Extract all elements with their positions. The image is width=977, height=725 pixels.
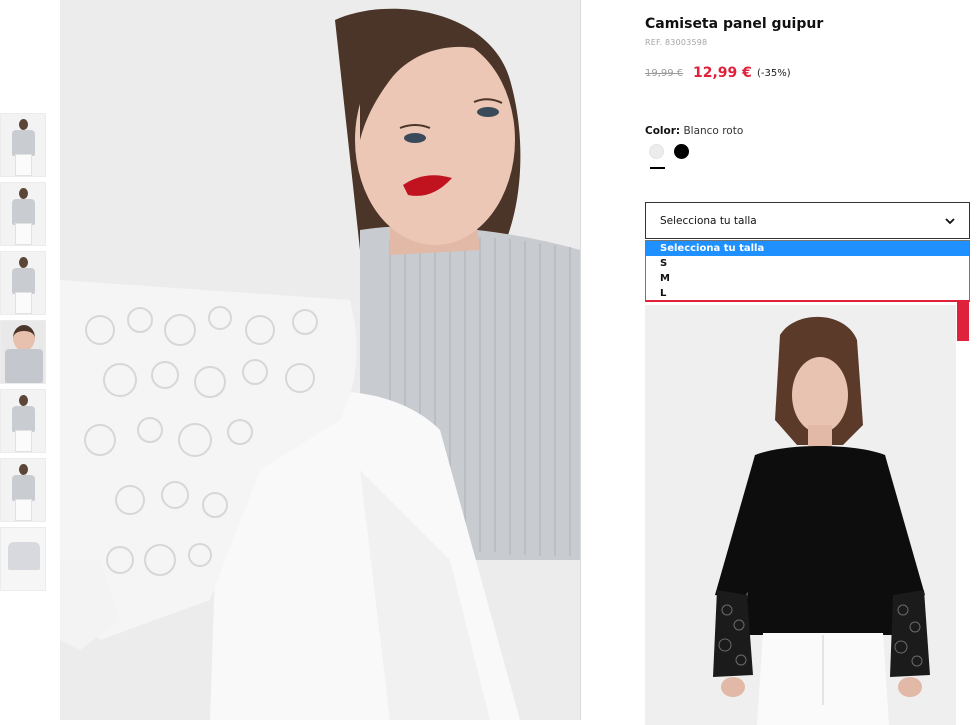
- size-option-placeholder[interactable]: Selecciona tu talla: [646, 241, 969, 256]
- color-label: Color:: [645, 125, 681, 137]
- size-dropdown-list: Selecciona tu talla S M L: [645, 240, 970, 302]
- thumbnail-4[interactable]: [0, 320, 46, 384]
- thumb-figure: [19, 188, 28, 199]
- thumb-figure: [19, 119, 28, 130]
- color-label-row: Color: Blanco roto: [645, 125, 743, 137]
- thumb-top: [12, 130, 35, 156]
- product-title: Camiseta panel guipur: [645, 16, 824, 32]
- thumb-top: [5, 349, 43, 383]
- color-swatch-negro[interactable]: [674, 144, 689, 159]
- discount-percent: (-35%): [757, 68, 791, 79]
- thumb-pants: [15, 223, 32, 245]
- thumb-pants: [15, 430, 32, 452]
- thumb-top: [12, 268, 35, 294]
- thumb-pants: [15, 499, 32, 521]
- side-tab[interactable]: [957, 302, 969, 341]
- size-select[interactable]: Selecciona tu talla: [645, 202, 970, 239]
- product-ref: REF. 83003598: [645, 38, 708, 47]
- selected-color-indicator: [650, 167, 665, 169]
- secondary-photo-illustration: [645, 305, 956, 725]
- thumbnail-7[interactable]: [0, 527, 46, 591]
- thumb-top: [8, 542, 40, 570]
- secondary-product-photo[interactable]: [645, 305, 956, 725]
- old-price: 19,99 €: [645, 68, 684, 79]
- size-select-value: Selecciona tu talla: [660, 215, 757, 227]
- color-swatch-blanco-roto[interactable]: [649, 144, 664, 159]
- thumbnail-3[interactable]: [0, 251, 46, 315]
- thumb-pants: [15, 154, 32, 176]
- size-option-m[interactable]: M: [646, 271, 969, 286]
- thumb-figure: [19, 464, 28, 475]
- thumbnail-strip: [0, 113, 48, 596]
- color-value: Blanco roto: [683, 125, 744, 137]
- thumb-top: [12, 199, 35, 225]
- thumb-figure: [19, 395, 28, 406]
- thumbnail-1[interactable]: [0, 113, 46, 177]
- thumb-top: [12, 475, 35, 501]
- main-photo-illustration: [60, 0, 580, 720]
- size-option-l[interactable]: L: [646, 286, 969, 301]
- sale-price: 12,99 €: [693, 65, 752, 81]
- thumb-pants: [15, 292, 32, 314]
- thumbnail-5[interactable]: [0, 389, 46, 453]
- thumb-figure: [19, 257, 28, 268]
- thumbnail-6[interactable]: [0, 458, 46, 522]
- thumbnail-2[interactable]: [0, 182, 46, 246]
- size-option-s[interactable]: S: [646, 256, 969, 271]
- thumb-top: [12, 406, 35, 432]
- main-product-photo[interactable]: [60, 0, 581, 720]
- chevron-down-icon: [945, 218, 955, 225]
- thumb-figure: [13, 325, 35, 351]
